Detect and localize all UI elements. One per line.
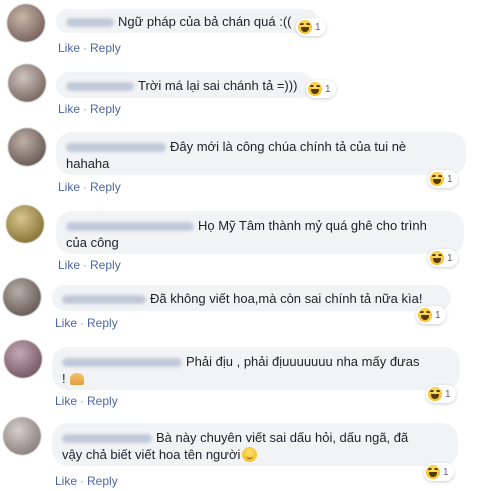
comment-actions: Like · Reply bbox=[55, 474, 118, 488]
comment-bubble: Đây mới là công chúa chính tả của tui nè… bbox=[56, 132, 466, 175]
reply-link[interactable]: Reply bbox=[90, 102, 121, 116]
avatar[interactable] bbox=[8, 128, 46, 166]
haha-reaction-icon bbox=[428, 387, 442, 401]
reply-link[interactable]: Reply bbox=[90, 258, 121, 272]
commenter-name[interactable] bbox=[62, 358, 182, 368]
haha-reaction-icon bbox=[430, 251, 444, 265]
reaction-count[interactable]: 1 bbox=[426, 385, 456, 403]
comment-text: Đã không viết hoa,mà còn sai chính tả nữ… bbox=[150, 291, 423, 306]
reply-link[interactable]: Reply bbox=[90, 180, 121, 194]
like-link[interactable]: Like bbox=[58, 180, 80, 194]
comment-bubble: Ngữ pháp của bả chán quá :(( bbox=[56, 9, 318, 33]
avatar[interactable] bbox=[7, 4, 45, 42]
haha-reaction-icon bbox=[418, 308, 432, 322]
comment-actions: Like · Reply bbox=[58, 180, 121, 194]
commenter-name[interactable] bbox=[62, 295, 146, 305]
comment-actions: Like · Reply bbox=[58, 41, 121, 55]
reaction-count[interactable]: 1 bbox=[416, 306, 446, 324]
commenter-name[interactable] bbox=[66, 18, 114, 28]
avatar[interactable] bbox=[3, 417, 41, 455]
comment-bubble: Phải địu , phải địuuuuuuu nha mấy đưas ! bbox=[52, 347, 460, 390]
haha-reaction-icon bbox=[430, 172, 444, 186]
commenter-name[interactable] bbox=[62, 434, 152, 444]
comment-text: Ngữ pháp của bả chán quá :(( bbox=[118, 14, 292, 29]
like-link[interactable]: Like bbox=[55, 316, 77, 330]
reaction-count[interactable]: 1 bbox=[428, 170, 458, 188]
comment-bubble: Trời má lại sai chánh tả =))) bbox=[56, 72, 313, 98]
avatar[interactable] bbox=[6, 205, 44, 243]
reaction-count[interactable]: 1 bbox=[296, 18, 326, 36]
like-link[interactable]: Like bbox=[55, 394, 77, 408]
like-link[interactable]: Like bbox=[55, 474, 77, 488]
reply-link[interactable]: Reply bbox=[87, 394, 118, 408]
comment-actions: Like · Reply bbox=[55, 316, 118, 330]
avatar[interactable] bbox=[3, 278, 41, 316]
comment-text: Trời má lại sai chánh tả =))) bbox=[138, 78, 298, 93]
like-link[interactable]: Like bbox=[58, 258, 80, 272]
avatar[interactable] bbox=[4, 340, 42, 378]
comment-actions: Like · Reply bbox=[55, 394, 118, 408]
haha-reaction-icon bbox=[308, 82, 322, 96]
like-link[interactable]: Like bbox=[58, 41, 80, 55]
reply-link[interactable]: Reply bbox=[90, 41, 121, 55]
haha-reaction-icon bbox=[426, 465, 440, 479]
reaction-count[interactable]: 1 bbox=[306, 80, 336, 98]
commenter-name[interactable] bbox=[66, 143, 166, 153]
commenter-name[interactable] bbox=[66, 82, 134, 92]
reply-link[interactable]: Reply bbox=[87, 474, 118, 488]
haha-reaction-icon bbox=[298, 20, 312, 34]
comment-bubble: Bà này chuyên viết sai dấu hỏi, dấu ngã,… bbox=[52, 423, 458, 466]
reaction-count[interactable]: 1 bbox=[428, 249, 458, 267]
commenter-name[interactable] bbox=[66, 222, 194, 232]
avatar[interactable] bbox=[8, 64, 46, 102]
like-link[interactable]: Like bbox=[58, 102, 80, 116]
comment-bubble: Đã không viết hoa,mà còn sai chính tả nữ… bbox=[52, 285, 451, 311]
reply-link[interactable]: Reply bbox=[87, 316, 118, 330]
smile-emoji-icon bbox=[242, 447, 258, 462]
pray-emoji-icon bbox=[69, 373, 84, 385]
comment-actions: Like · Reply bbox=[58, 258, 121, 272]
comment-bubble: Họ Mỹ Tâm thành mỷ quá ghê cho trình của… bbox=[56, 211, 464, 254]
comment-actions: Like · Reply bbox=[58, 102, 121, 116]
reaction-count[interactable]: 1 bbox=[424, 463, 454, 481]
